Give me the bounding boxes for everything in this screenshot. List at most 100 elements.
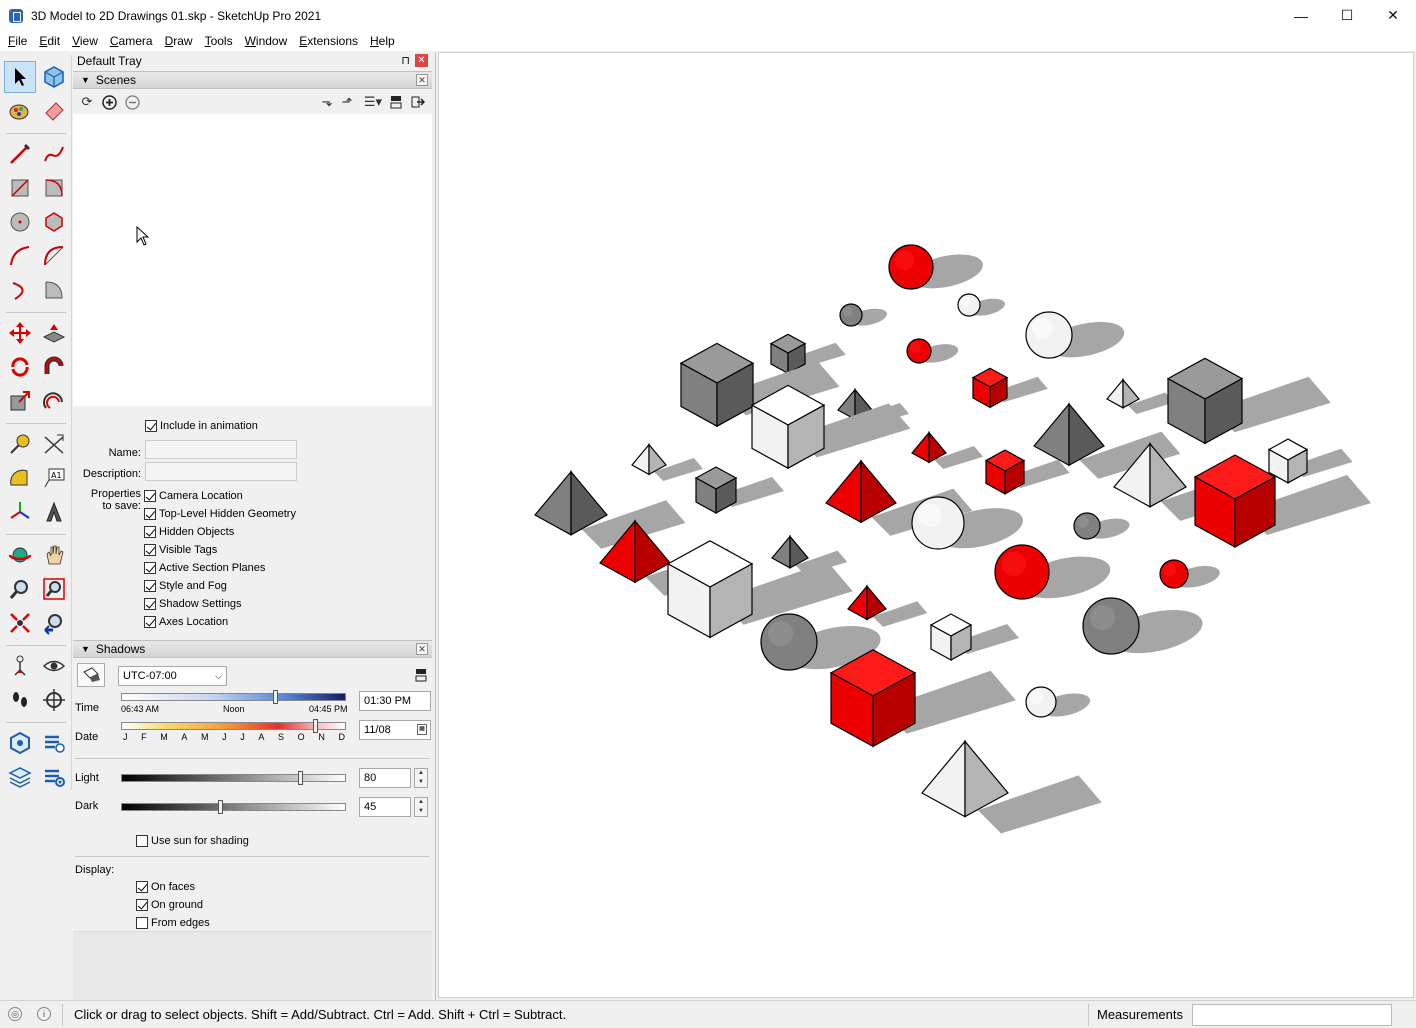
toggle-shadows-button[interactable] (77, 663, 105, 687)
line-tool-icon[interactable] (4, 138, 36, 170)
menu-help[interactable]: Help (364, 31, 401, 51)
section-plane-icon[interactable] (38, 684, 70, 716)
axes-tool-icon[interactable] (4, 496, 36, 528)
pie-tool-icon[interactable] (38, 274, 70, 306)
sphere-highlight[interactable] (1077, 516, 1089, 528)
walk-tool-icon[interactable] (4, 684, 36, 716)
spin-down-icon[interactable]: ▼ (415, 807, 427, 816)
sphere-highlight[interactable] (1090, 605, 1116, 631)
3d-warehouse-icon[interactable] (38, 727, 70, 759)
arc-tool-icon[interactable] (4, 240, 36, 272)
active-section-planes-checkbox[interactable]: Active Section Planes (144, 562, 265, 574)
use-sun-checkbox[interactable]: Use sun for shading (136, 835, 249, 847)
light-slider[interactable] (121, 774, 346, 782)
pan-tool-icon[interactable] (38, 539, 70, 571)
measurements-input[interactable] (1192, 1004, 1392, 1026)
sphere-highlight[interactable] (910, 342, 921, 353)
on-ground-checkbox[interactable]: On ground (136, 899, 203, 911)
pyramid-left-face[interactable] (837, 387, 856, 421)
time-slider-thumb[interactable] (273, 690, 278, 704)
checkbox-box[interactable] (144, 580, 156, 592)
checkbox-box[interactable] (144, 526, 156, 538)
orbit-tool-icon[interactable] (4, 539, 36, 571)
paint-bucket-icon[interactable] (4, 95, 36, 127)
info-icon[interactable]: i (37, 1007, 51, 1021)
spin-down-icon[interactable]: ▼ (415, 778, 427, 787)
circle-tool-icon[interactable] (4, 206, 36, 238)
update-scene-icon[interactable]: ⟳ (79, 94, 95, 110)
select-tool-icon[interactable] (4, 61, 36, 93)
include-in-animation-checkbox[interactable]: Include in animation (145, 420, 258, 432)
on-faces-checkbox[interactable]: On faces (136, 881, 195, 893)
menu-edit[interactable]: Edit (33, 31, 66, 51)
look-around-icon[interactable] (38, 650, 70, 682)
menu-draw[interactable]: Draw (159, 31, 199, 51)
freehand-tool-icon[interactable] (38, 138, 70, 170)
top-level-hidden-geometry-checkbox[interactable]: Top-Level Hidden Geometry (144, 508, 296, 520)
3d-scene[interactable] (439, 53, 1415, 999)
checkbox-box[interactable] (144, 544, 156, 556)
show-details-icon[interactable] (388, 94, 404, 110)
pyramid-left-face[interactable] (631, 442, 650, 476)
spin-up-icon[interactable]: ▲ (415, 769, 427, 778)
checkbox-box[interactable] (136, 899, 148, 911)
checkbox-box[interactable] (136, 917, 148, 929)
light-slider-thumb[interactable] (298, 771, 303, 785)
polygon-tool-icon[interactable] (38, 206, 70, 238)
sphere-highlight[interactable] (1001, 551, 1027, 577)
three-point-arc-icon[interactable] (4, 274, 36, 306)
time-slider[interactable] (121, 693, 346, 701)
sphere-highlight[interactable] (960, 296, 971, 307)
shadows-panel-header[interactable]: ▼ Shadows ✕ (73, 640, 432, 658)
geo-location-icon[interactable]: ◎ (8, 1007, 22, 1021)
3d-text-icon[interactable] (38, 496, 70, 528)
sphere-highlight[interactable] (842, 306, 853, 317)
menu-view[interactable]: View (66, 31, 104, 51)
shadows-close-icon[interactable]: ✕ (416, 643, 428, 655)
hidden-objects-checkbox[interactable]: Hidden Objects (144, 526, 234, 538)
dark-spinner[interactable]: ▲ ▼ (414, 797, 428, 817)
checkbox-box[interactable] (144, 490, 156, 502)
date-input[interactable]: 11/08 ▦ (359, 720, 431, 740)
camera-location-checkbox[interactable]: Camera Location (144, 490, 243, 502)
move-scene-up-icon[interactable]: ⬏ (339, 94, 355, 110)
calendar-icon[interactable]: ▦ (417, 724, 427, 735)
checkbox-box[interactable] (144, 598, 156, 610)
sphere-highlight[interactable] (768, 621, 794, 647)
visible-tags-checkbox[interactable]: Visible Tags (144, 544, 217, 556)
shadow-settings-checkbox[interactable]: Shadow Settings (144, 598, 242, 610)
add-scene-icon[interactable] (101, 94, 117, 110)
move-tool-icon[interactable] (4, 317, 36, 349)
dark-input[interactable]: 45 (359, 797, 411, 817)
layout-send-icon[interactable] (4, 761, 36, 793)
extension-warehouse-icon[interactable] (4, 727, 36, 759)
zoom-window-icon[interactable] (38, 573, 70, 605)
dark-slider[interactable] (121, 803, 346, 811)
menu-window[interactable]: Window (239, 31, 294, 51)
time-input[interactable]: 01:30 PM (359, 691, 431, 711)
pyramid-left-face[interactable] (911, 430, 930, 464)
scenes-list[interactable] (73, 114, 432, 406)
tape-measure-icon[interactable] (4, 428, 36, 460)
pyramid-left-face[interactable] (534, 470, 572, 536)
view-options-icon[interactable]: ☰▾ (362, 94, 384, 110)
checkbox-box[interactable] (144, 562, 156, 574)
extension-manager-icon[interactable] (38, 761, 70, 793)
protractor-icon[interactable] (4, 462, 36, 494)
two-point-arc-icon[interactable] (38, 240, 70, 272)
maximize-button[interactable]: ☐ (1324, 0, 1370, 31)
pyramid-left-face[interactable] (1106, 378, 1124, 409)
scene-export-icon[interactable] (410, 94, 426, 110)
scene-name-field[interactable] (145, 440, 297, 459)
scale-tool-icon[interactable] (4, 385, 36, 417)
pyramid-left-face[interactable] (1033, 402, 1070, 467)
spin-up-icon[interactable]: ▲ (415, 798, 427, 807)
style-and-fog-checkbox[interactable]: Style and Fog (144, 580, 227, 592)
make-component-icon[interactable] (38, 61, 70, 93)
scene-description-field[interactable] (145, 462, 297, 481)
checkbox-box[interactable] (144, 508, 156, 520)
light-spinner[interactable]: ▲ ▼ (414, 768, 428, 788)
pyramid-left-face[interactable] (921, 739, 966, 818)
checkbox-box[interactable] (144, 616, 156, 628)
checkbox-box[interactable] (145, 420, 157, 432)
